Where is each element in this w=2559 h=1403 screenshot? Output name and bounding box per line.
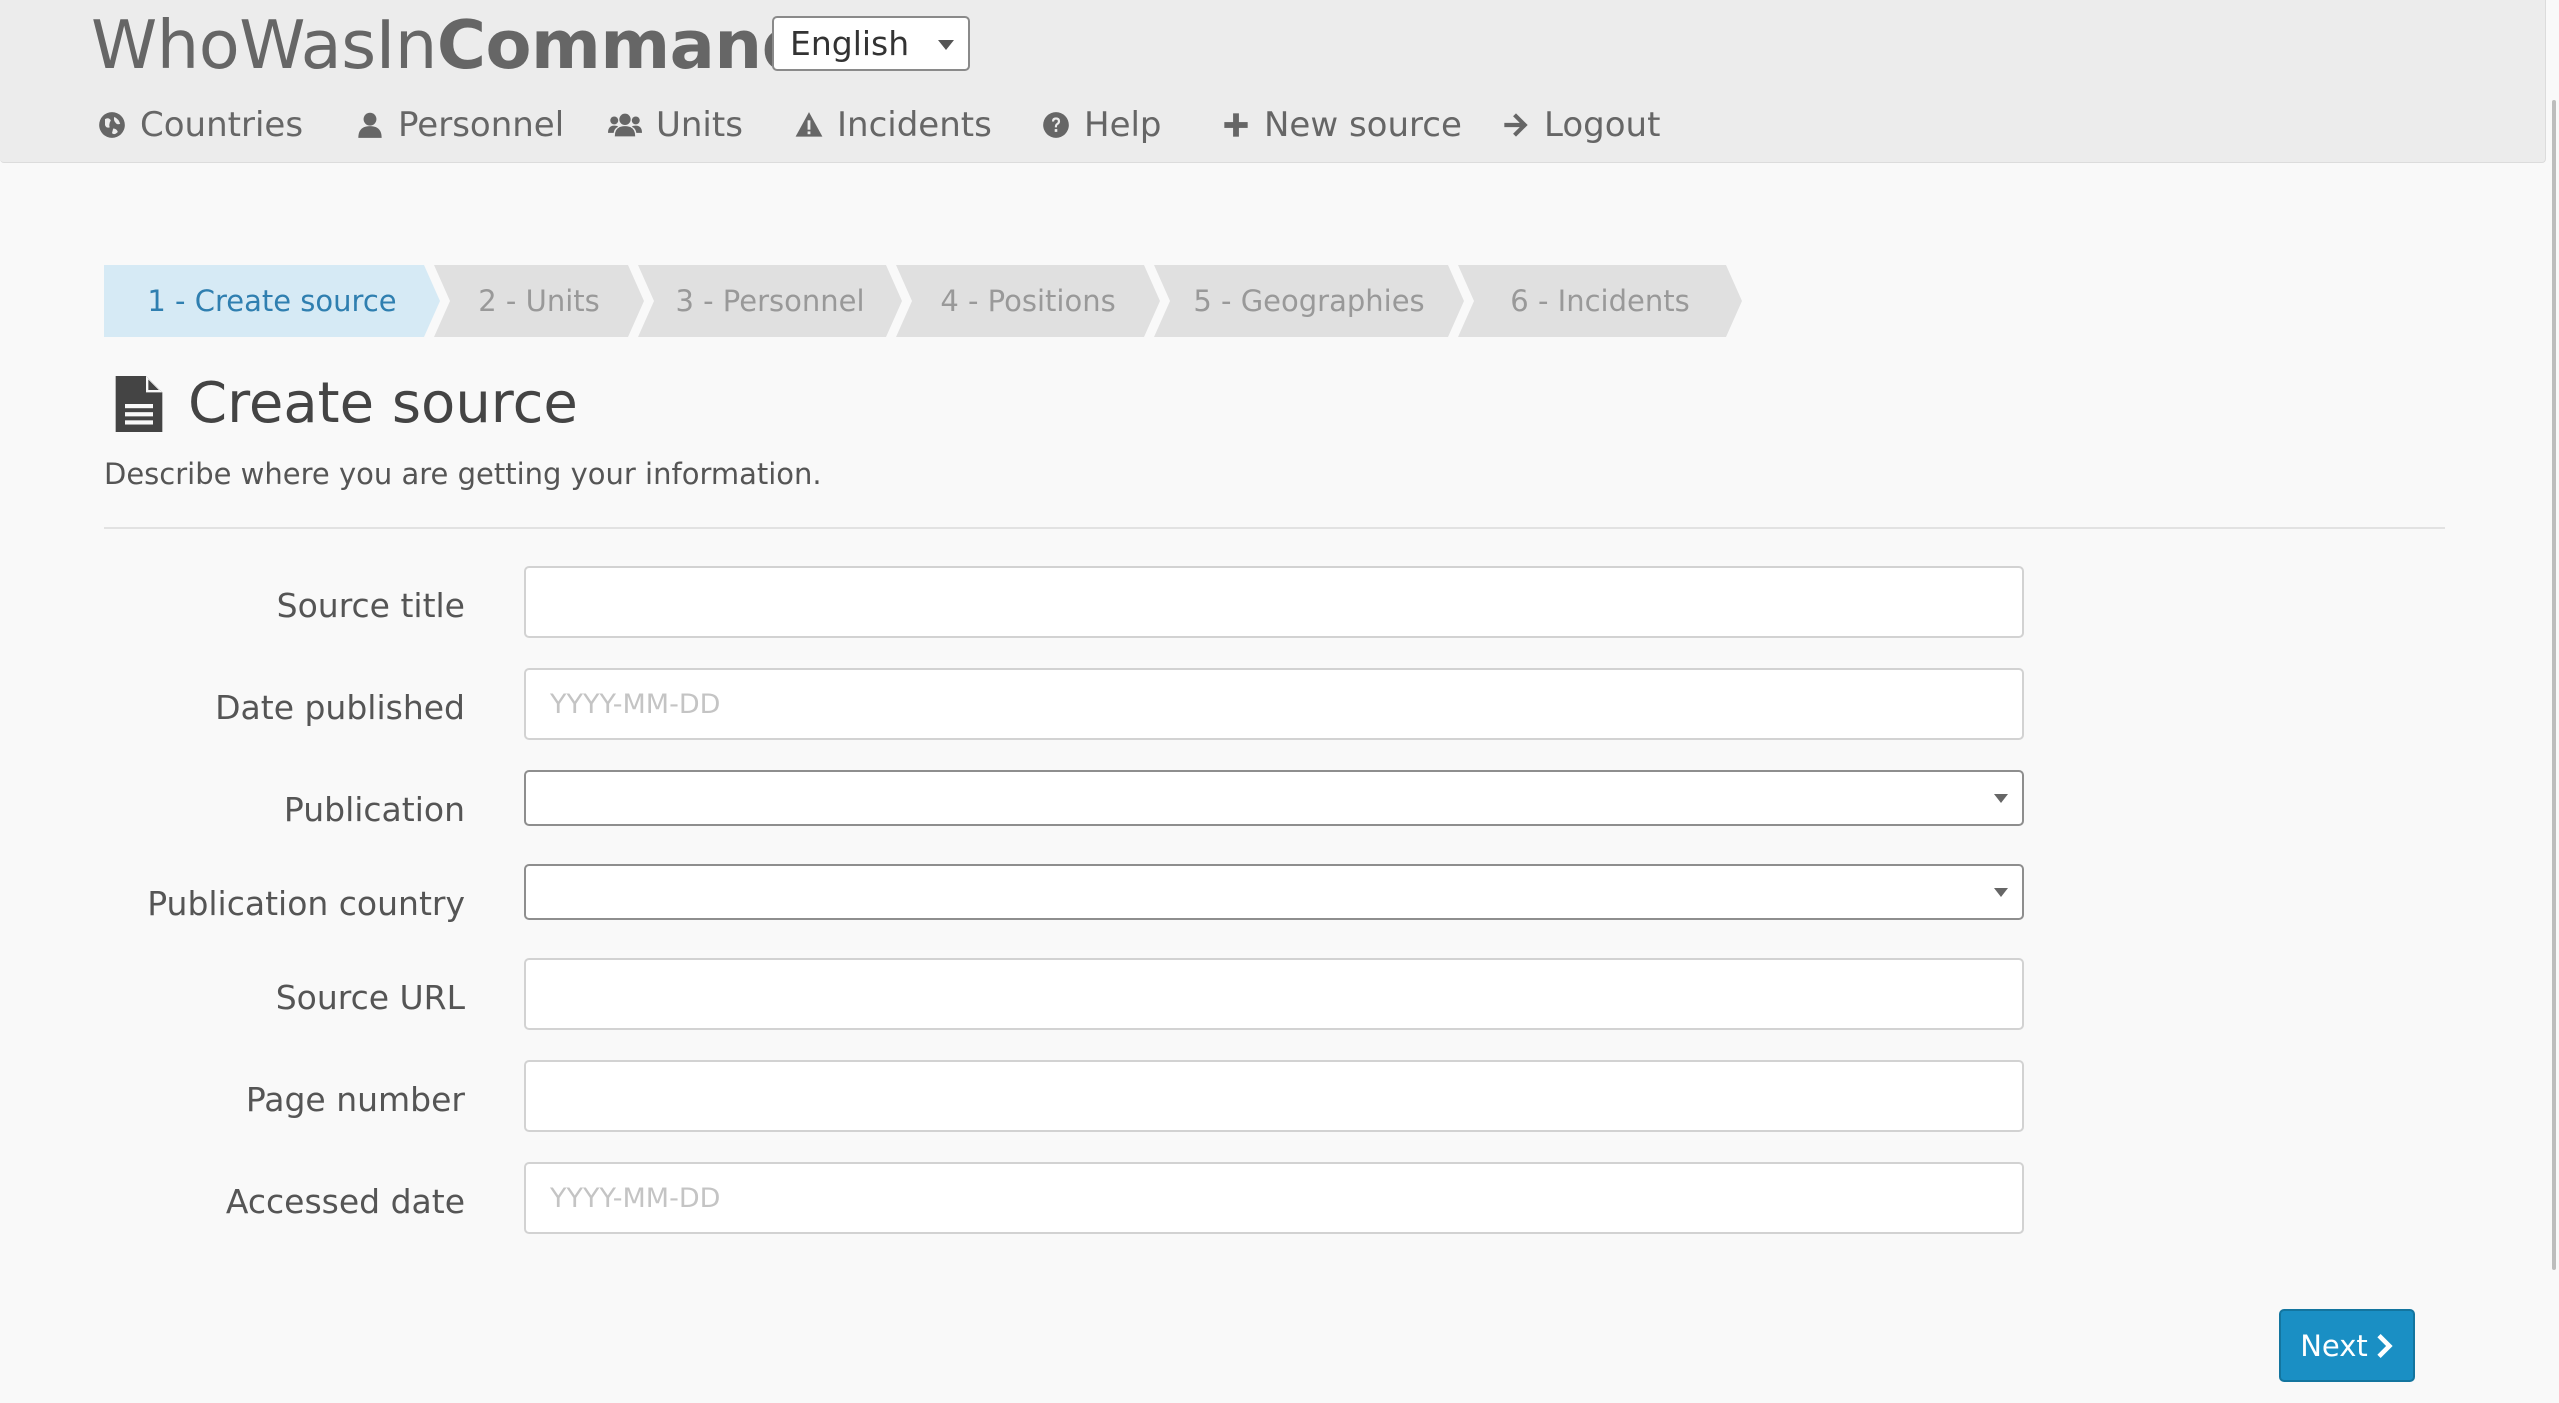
nav-incidents[interactable]: Incidents (795, 98, 992, 152)
nav-label: Logout (1544, 105, 1661, 145)
nav-label: Incidents (837, 105, 992, 145)
language-select[interactable]: English (772, 16, 970, 71)
nav-new-source[interactable]: New source (1222, 98, 1462, 152)
publication-select[interactable] (524, 770, 2024, 826)
step-label: 5 - Geographies (1193, 284, 1425, 318)
page-title: Create source (188, 371, 578, 436)
step-units[interactable]: 2 - Units (434, 265, 644, 337)
page-subtitle: Describe where you are getting your info… (104, 457, 822, 491)
nav-label: New source (1264, 105, 1462, 145)
step-label: 3 - Personnel (675, 284, 865, 318)
publication-label: Publication (283, 790, 465, 829)
source-url-input[interactable] (524, 958, 2024, 1030)
page-number-label: Page number (245, 1080, 465, 1119)
accessed-date-label: Accessed date (225, 1182, 465, 1221)
step-label: 4 - Positions (940, 284, 1116, 318)
nav-logout[interactable]: Logout (1502, 98, 1660, 152)
file-text-icon (115, 376, 163, 432)
globe-icon (99, 112, 125, 138)
brand-light: WhoWasIn (91, 6, 437, 84)
date-published-input[interactable] (524, 668, 2024, 740)
publication-country-label: Publication country (147, 884, 465, 923)
source-title-input[interactable] (524, 566, 2024, 638)
source-title-label: Source title (276, 586, 465, 625)
chevron-right-icon (2377, 1333, 2393, 1358)
caret-down-icon (1994, 794, 2008, 803)
nav-label: Countries (140, 105, 304, 145)
step-create-source[interactable]: 1 - Create source (104, 265, 440, 337)
user-icon (358, 112, 382, 138)
scrollbar-thumb[interactable] (2552, 100, 2556, 1270)
caret-down-icon (938, 40, 954, 50)
publication-country-select[interactable] (524, 864, 2024, 920)
next-button[interactable]: Next (2279, 1309, 2415, 1382)
nav-label: Help (1084, 105, 1162, 145)
step-incidents[interactable]: 6 - Incidents (1458, 265, 1742, 337)
warning-icon (795, 112, 823, 137)
next-label: Next (2300, 1328, 2368, 1363)
brand-bold: Command (436, 6, 810, 84)
step-label: 2 - Units (478, 284, 600, 318)
page: WhoWasInCommand English Countries Person… (0, 0, 2559, 1403)
plus-icon (1224, 113, 1248, 137)
step-geographies[interactable]: 5 - Geographies (1154, 265, 1464, 337)
nav-label: Units (656, 105, 743, 145)
accessed-date-input[interactable] (524, 1162, 2024, 1234)
step-positions[interactable]: 4 - Positions (896, 265, 1160, 337)
date-published-label: Date published (215, 688, 465, 727)
nav-help[interactable]: Help (1042, 98, 1162, 152)
arrow-right-icon (1504, 113, 1528, 137)
language-value: English (790, 24, 910, 63)
nav-personnel[interactable]: Personnel (356, 98, 564, 152)
wizard-steps: 1 - Create source 2 - Units 3 - Personne… (104, 265, 1744, 337)
caret-down-icon (1994, 888, 2008, 897)
nav-countries[interactable]: Countries (98, 98, 303, 152)
step-label: 6 - Incidents (1510, 284, 1690, 318)
source-url-label: Source URL (275, 978, 465, 1017)
nav-label: Personnel (398, 105, 565, 145)
users-icon (608, 113, 642, 137)
question-circle-icon (1043, 112, 1069, 138)
page-number-input[interactable] (524, 1060, 2024, 1132)
navbar: WhoWasInCommand English Countries Person… (0, 0, 2546, 163)
scrollbar[interactable] (2546, 0, 2559, 1403)
brand-logo[interactable]: WhoWasInCommand (91, 6, 810, 84)
divider (104, 527, 2445, 529)
step-label: 1 - Create source (147, 284, 397, 318)
step-personnel[interactable]: 3 - Personnel (638, 265, 902, 337)
nav-units[interactable]: Units (608, 98, 743, 152)
